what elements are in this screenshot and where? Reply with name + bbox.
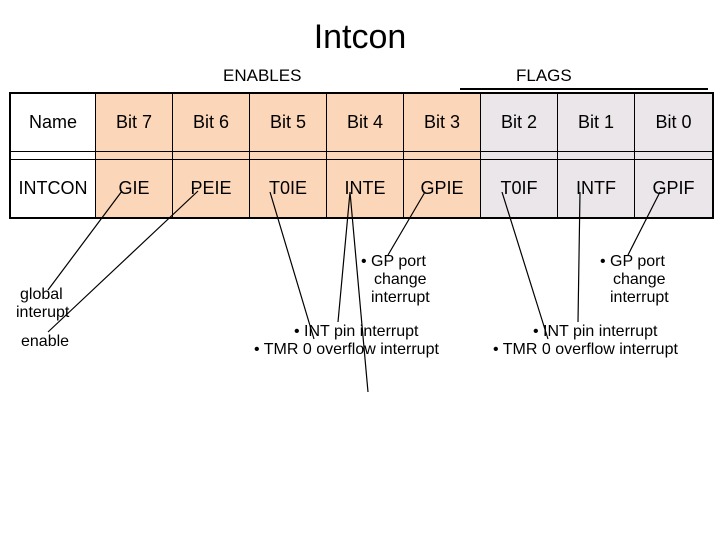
- head-bit7: Bit 7: [96, 94, 173, 152]
- anno-tmr0-left: • TMR 0 overflow interrupt: [254, 340, 439, 360]
- head-bit3: Bit 3: [404, 94, 481, 152]
- head-name: Name: [11, 94, 96, 152]
- cell-gpif: GPIF: [635, 160, 713, 218]
- cell-t0ie: T0IE: [250, 160, 327, 218]
- anno-gp-left-l1: • GP port: [361, 252, 426, 272]
- page-title: Intcon: [0, 0, 720, 57]
- cell-gie: GIE: [96, 160, 173, 218]
- anno-gp-right-l2: change: [613, 270, 666, 290]
- anno-gp-left-l2: change: [374, 270, 427, 290]
- spacer-row: [11, 152, 713, 160]
- flags-underline: [460, 88, 708, 90]
- anno-tmr0-right: • TMR 0 overflow interrupt: [493, 340, 678, 360]
- anno-global-l2: interupt: [16, 303, 69, 323]
- head-bit1: Bit 1: [558, 94, 635, 152]
- anno-global-l1: global: [20, 285, 63, 305]
- anno-gp-right-l3: interrupt: [610, 288, 669, 308]
- anno-gp-right-l1: • GP port: [600, 252, 665, 272]
- flags-section-label: FLAGS: [516, 66, 572, 86]
- head-bit4: Bit 4: [327, 94, 404, 152]
- anno-int-right: • INT pin interrupt: [533, 322, 657, 342]
- cell-t0if: T0IF: [481, 160, 558, 218]
- cell-inte: INTE: [327, 160, 404, 218]
- cell-gpie: GPIE: [404, 160, 481, 218]
- cell-peie: PEIE: [173, 160, 250, 218]
- head-bit6: Bit 6: [173, 94, 250, 152]
- anno-int-left: • INT pin interrupt: [294, 322, 418, 342]
- header-row: Name Bit 7 Bit 6 Bit 5 Bit 4 Bit 3 Bit 2…: [11, 94, 713, 152]
- intcon-table: Name Bit 7 Bit 6 Bit 5 Bit 4 Bit 3 Bit 2…: [9, 92, 714, 219]
- head-bit2: Bit 2: [481, 94, 558, 152]
- head-bit5: Bit 5: [250, 94, 327, 152]
- intcon-row: INTCON GIE PEIE T0IE INTE GPIE T0IF INTF…: [11, 160, 713, 218]
- anno-enable: enable: [21, 332, 69, 352]
- head-bit0: Bit 0: [635, 94, 713, 152]
- anno-gp-left-l3: interrupt: [371, 288, 430, 308]
- row-name: INTCON: [11, 160, 96, 218]
- cell-intf: INTF: [558, 160, 635, 218]
- enables-section-label: ENABLES: [223, 66, 301, 86]
